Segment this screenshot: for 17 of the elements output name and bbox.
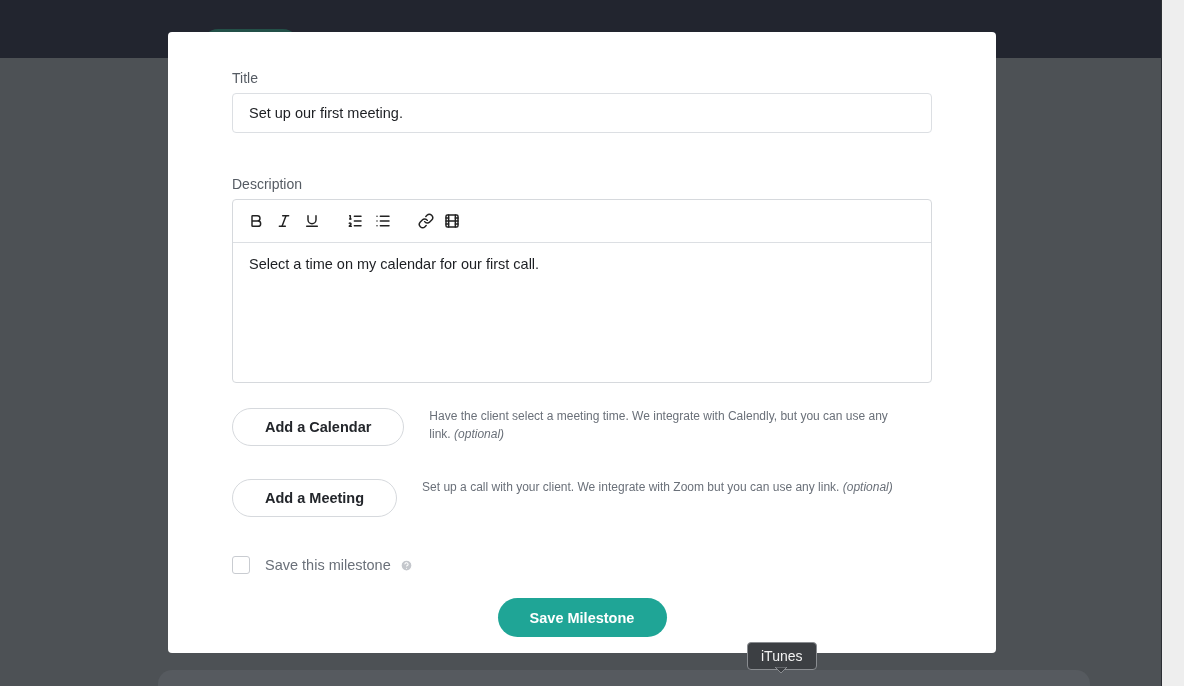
underline-icon[interactable] [303,212,321,230]
tooltip-arrow-icon [775,667,787,674]
add-button[interactable]: Add a Calendar [232,408,405,446]
save-checkbox[interactable] [232,556,250,574]
hint-text: Have the client select a meeting time. We integrate with Calendly, but you can use any link. (optional) [429,408,889,443]
description-text: Select a time on my calendar for our first call. [248,255,541,274]
link-icon[interactable] [417,212,435,230]
field-label: Title [232,70,259,86]
tooltip: iTunes [747,642,817,670]
film-icon[interactable] [443,212,461,230]
title-field[interactable]: Set up our first meeting. [232,93,932,133]
numbered-list-icon[interactable] [346,212,364,230]
checkbox-label: Save this milestone [265,557,391,573]
field-label: Description [232,176,304,192]
description-editor[interactable]: Select a time on my calendar for our first call. [232,199,932,383]
hint-text: Set up a call with your client. We integrate with Zoom but you can use any link. (optional) [422,479,893,496]
add-button[interactable]: Add a Meeting [232,479,398,517]
